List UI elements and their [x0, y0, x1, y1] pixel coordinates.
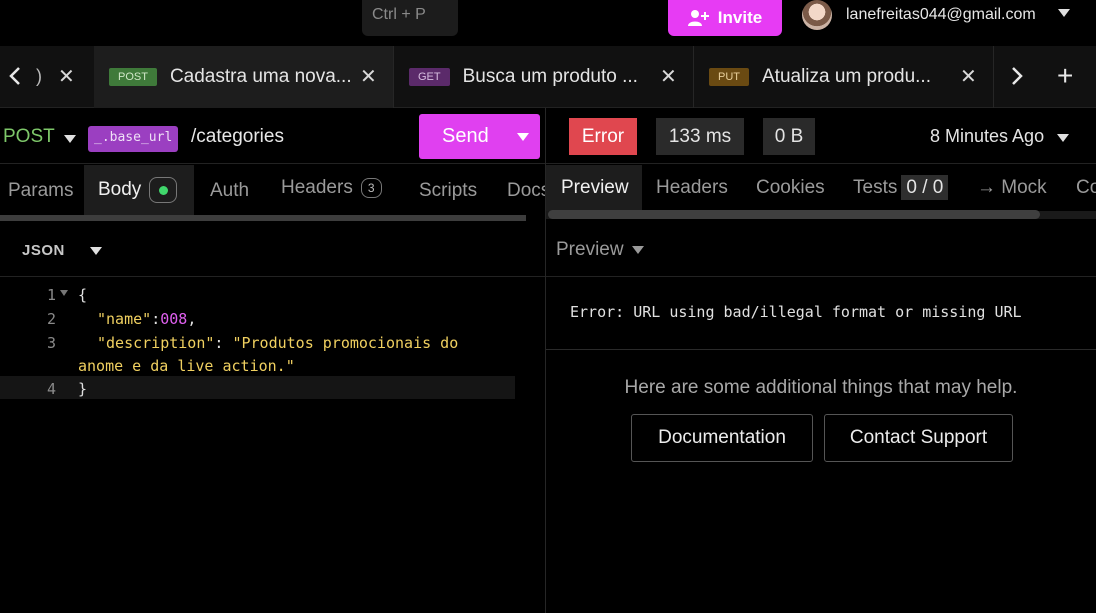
method-badge-put: PUT: [709, 68, 749, 86]
tab-headers-label: Headers: [281, 177, 353, 198]
preview-header: Preview: [546, 222, 1096, 277]
chevron-left-icon[interactable]: [8, 66, 22, 86]
divider: [546, 349, 1096, 350]
tab-params[interactable]: Params: [8, 180, 73, 202]
close-icon[interactable]: ✕: [960, 64, 977, 89]
close-icon[interactable]: ✕: [660, 64, 677, 89]
add-user-icon: [687, 10, 709, 26]
response-size: 0 B: [763, 118, 815, 155]
url-bar: POST _.base_url /categories Send: [0, 108, 546, 164]
tab-response-headers[interactable]: Headers: [656, 177, 728, 199]
documentation-button[interactable]: Documentation: [631, 414, 813, 462]
method-badge-post: POST: [109, 68, 157, 86]
invite-label: Invite: [717, 8, 763, 27]
tab-tests[interactable]: Tests 0 / 0: [853, 175, 949, 200]
response-tabs-scrollbar[interactable]: [548, 210, 1040, 219]
json-key: "name": [97, 310, 152, 328]
json-open-brace: {: [78, 286, 88, 304]
send-button[interactable]: Send: [419, 114, 540, 159]
headers-count-badge: 3: [360, 178, 382, 198]
shortcut-label: Ctrl + P: [372, 6, 426, 23]
tests-count-badge: 0 / 0: [901, 175, 949, 200]
method-badge-get: GET: [409, 68, 450, 86]
method-select[interactable]: POST: [3, 126, 55, 148]
response-tabs: Preview Headers Cookies Tests 0 / 0 → Moc…: [546, 165, 1096, 211]
line-number: 3: [46, 334, 56, 352]
json-line-description: "description": "Produtos promocionais do: [97, 334, 459, 352]
json-key: "description": [97, 334, 215, 352]
chevron-down-icon[interactable]: [64, 135, 76, 143]
avatar[interactable]: [802, 0, 832, 30]
tab-scripts-label: Scripts: [419, 180, 478, 201]
error-message: Error: URL using bad/illegal format or m…: [570, 303, 1022, 321]
json-line-name: "name":008,: [97, 310, 197, 328]
chevron-down-icon[interactable]: [1057, 134, 1069, 142]
tab-auth[interactable]: Auth: [210, 180, 249, 202]
contact-support-button[interactable]: Contact Support: [824, 414, 1013, 462]
tab-cookies[interactable]: Cookies: [756, 177, 825, 199]
tab-title: Busca um produto ...: [462, 66, 638, 87]
command-palette-shortcut[interactable]: Ctrl + P: [362, 0, 458, 36]
line-number: 4: [46, 380, 56, 398]
close-icon[interactable]: ✕: [58, 64, 75, 89]
history-select[interactable]: 8 Minutes Ago: [930, 126, 1044, 147]
tab-title: Cadastra uma nova...: [169, 66, 352, 87]
tab-tests-label: Tests: [853, 177, 898, 198]
new-tab-plus-icon[interactable]: +: [1057, 60, 1073, 92]
response-time: 133 ms: [656, 118, 744, 155]
tab-partial-text[interactable]: ): [36, 66, 42, 87]
fold-arrow-icon[interactable]: [60, 290, 68, 296]
help-text: Here are some additional things that may…: [624, 377, 1018, 398]
request-subtabs: Params Body Auth Headers 3 Scripts Docs: [0, 165, 550, 215]
status-badge: Error: [569, 118, 637, 155]
tab-post-cadastra[interactable]: POST Cadastra uma nova... ✕: [94, 46, 394, 108]
url-input[interactable]: /categories: [191, 126, 284, 148]
tab-console-partial[interactable]: Co: [1076, 177, 1096, 199]
tab-docs[interactable]: Docs: [507, 180, 550, 202]
subtabs-scrollbar[interactable]: [0, 215, 526, 221]
close-icon[interactable]: ✕: [360, 64, 377, 89]
tab-get-busca[interactable]: GET Busca um produto ... ✕: [394, 46, 694, 108]
tab-mock[interactable]: → Mock: [977, 177, 1047, 199]
send-label: Send: [442, 125, 489, 147]
response-status-bar: Error 133 ms 0 B 8 Minutes Ago: [546, 108, 1096, 164]
body-status-dot: [149, 177, 178, 203]
request-tabs-bar: ) ✕ POST Cadastra uma nova... ✕ GET Busc…: [0, 46, 1096, 108]
tab-body-label: Body: [98, 179, 142, 200]
env-variable-chip[interactable]: _.base_url: [88, 126, 179, 152]
tab-body[interactable]: Body: [98, 177, 178, 203]
tab-headers[interactable]: Headers 3: [281, 177, 382, 199]
user-email[interactable]: lanefreitas044@gmail.com: [846, 6, 1036, 24]
chevron-down-icon[interactable]: [517, 133, 529, 141]
body-format-select[interactable]: JSON: [22, 242, 65, 259]
json-number: 008: [160, 310, 188, 328]
tab-preview[interactable]: Preview: [561, 177, 629, 199]
preview-mode-select[interactable]: Preview: [556, 239, 624, 261]
chevron-down-icon[interactable]: [632, 246, 644, 254]
body-editor-header: JSON: [0, 222, 546, 277]
line-number: 1: [46, 286, 56, 304]
chevron-down-icon[interactable]: [90, 247, 102, 255]
top-bar: Ctrl + P Invite lanefreitas044@gmail.com: [0, 0, 1096, 46]
json-string-wrap: anome e da live action.": [78, 357, 295, 375]
json-body-editor[interactable]: 1 2 3 4 { "name":008, "description": "Pr…: [0, 280, 546, 613]
tab-scripts[interactable]: Scripts: [419, 180, 477, 202]
chevron-down-icon[interactable]: [1058, 9, 1070, 17]
json-close-brace: }: [78, 380, 88, 398]
tab-auth-label: Auth: [210, 180, 250, 201]
tab-title: Atualiza um produ...: [762, 66, 931, 87]
tab-docs-label: Docs: [507, 180, 551, 201]
tab-put-atualiza[interactable]: PUT Atualiza um produ... ✕: [694, 46, 994, 108]
tab-params-label: Params: [8, 180, 74, 201]
invite-button[interactable]: Invite: [668, 0, 782, 36]
line-number: 2: [46, 310, 56, 328]
json-string: "Produtos promocionais do: [232, 334, 459, 352]
chevron-right-icon[interactable]: [1010, 66, 1024, 86]
